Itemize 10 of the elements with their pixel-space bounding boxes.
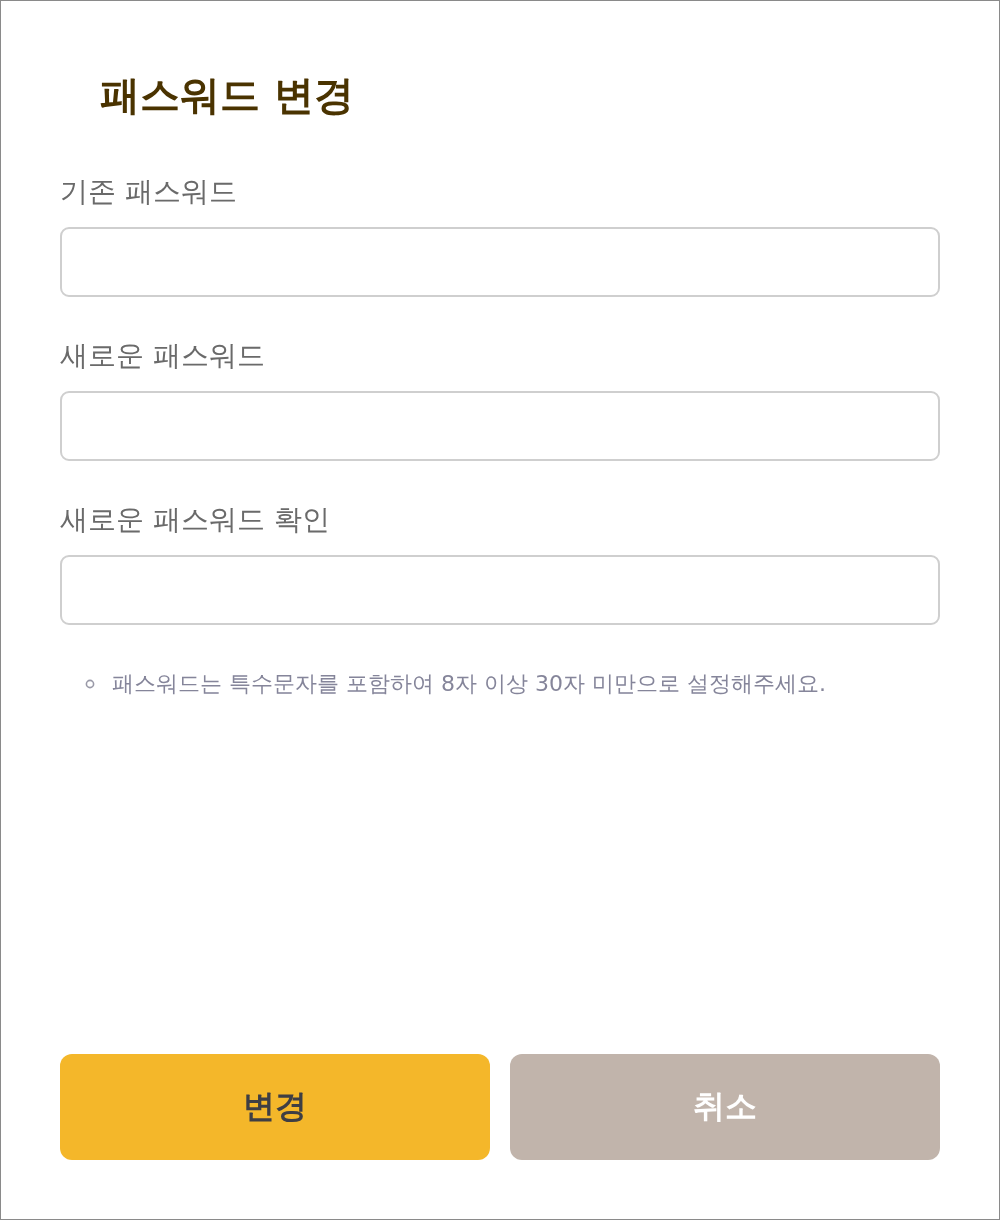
input-field[interactable] <box>60 227 940 297</box>
ring-bullet-icon <box>85 679 95 689</box>
field-label: 새로운 패스워드 <box>60 338 265 374</box>
hint-text: 패스워드는 특수문자를 포함하여 8자 이상 30자 미만으로 설정해주세요. <box>112 670 826 698</box>
input-field[interactable] <box>60 391 940 461</box>
dialog-title: 패스워드 변경 <box>100 71 355 120</box>
dialog-button[interactable]: 변경 <box>60 1054 490 1160</box>
field-label: 새로운 패스워드 확인 <box>60 502 330 538</box>
field-label: 기존 패스워드 <box>60 174 237 210</box>
input-field[interactable] <box>60 555 940 625</box>
